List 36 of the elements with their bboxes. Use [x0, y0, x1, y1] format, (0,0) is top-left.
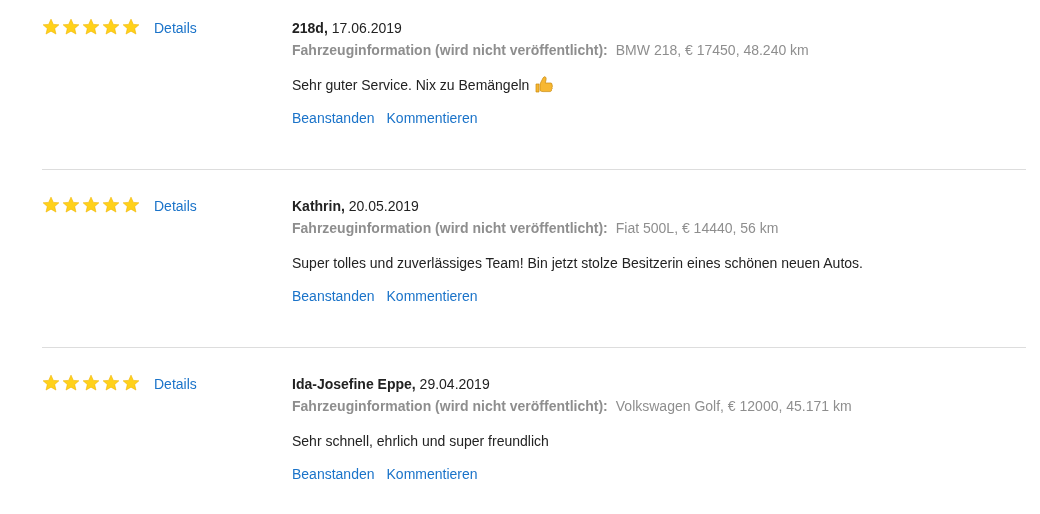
vehicle-info-label: Fahrzeuginformation (wird nicht veröffentlicht):	[292, 41, 608, 60]
details-link[interactable]: Details	[154, 17, 197, 39]
review-header: Kathrin, 20.05.2019	[292, 197, 420, 216]
details-link[interactable]: Details	[154, 195, 197, 217]
action-link[interactable]: Kommentieren	[386, 107, 478, 129]
star-icon	[62, 196, 80, 214]
vehicle-info-value: Fiat 500L, € 14440, 56 km	[615, 219, 779, 238]
review-text: Sehr schnell, ehrlich und super freundlich	[292, 432, 549, 451]
vehicle-info-label: Fahrzeuginformation (wird nicht veröffentlicht):	[292, 397, 608, 416]
review-text: Super tolles und zuverlässiges Team! Bin jetzt stolze Besitzerin eines schönen neuen Autos.	[292, 254, 863, 273]
action-link[interactable]: Kommentieren	[386, 463, 478, 485]
star-icon	[122, 374, 140, 392]
star-icon	[102, 18, 120, 36]
star-icon	[42, 374, 60, 392]
star-icon	[122, 196, 140, 214]
review-text: Sehr guter Service. Nix zu Bemängeln	[292, 76, 530, 95]
review-header: 218d, 17.06.2019	[292, 19, 403, 38]
star-icon	[82, 374, 100, 392]
details-link[interactable]: Details	[154, 373, 197, 395]
star-icon	[122, 18, 140, 36]
action-link[interactable]: Beanstanden	[292, 285, 375, 307]
star-icon	[82, 196, 100, 214]
star-icon	[82, 18, 100, 36]
star-icon	[62, 18, 80, 36]
star-icon	[42, 196, 60, 214]
action-link[interactable]: Beanstanden	[292, 463, 375, 485]
vehicle-info-value: Volkswagen Golf, € 12000, 45.171 km	[615, 397, 852, 416]
star-icon	[42, 18, 60, 36]
vehicle-info-value: BMW 218, € 17450, 48.240 km	[615, 41, 809, 60]
star-icon	[102, 196, 120, 214]
review-header: Ida-Josefine Eppe, 29.04.2019	[292, 375, 491, 394]
star-icon	[62, 374, 80, 392]
star-icon	[102, 374, 120, 392]
vehicle-info-label: Fahrzeuginformation (wird nicht veröffentlicht):	[292, 219, 608, 238]
action-link[interactable]: Kommentieren	[386, 285, 478, 307]
action-link[interactable]: Beanstanden	[292, 107, 375, 129]
